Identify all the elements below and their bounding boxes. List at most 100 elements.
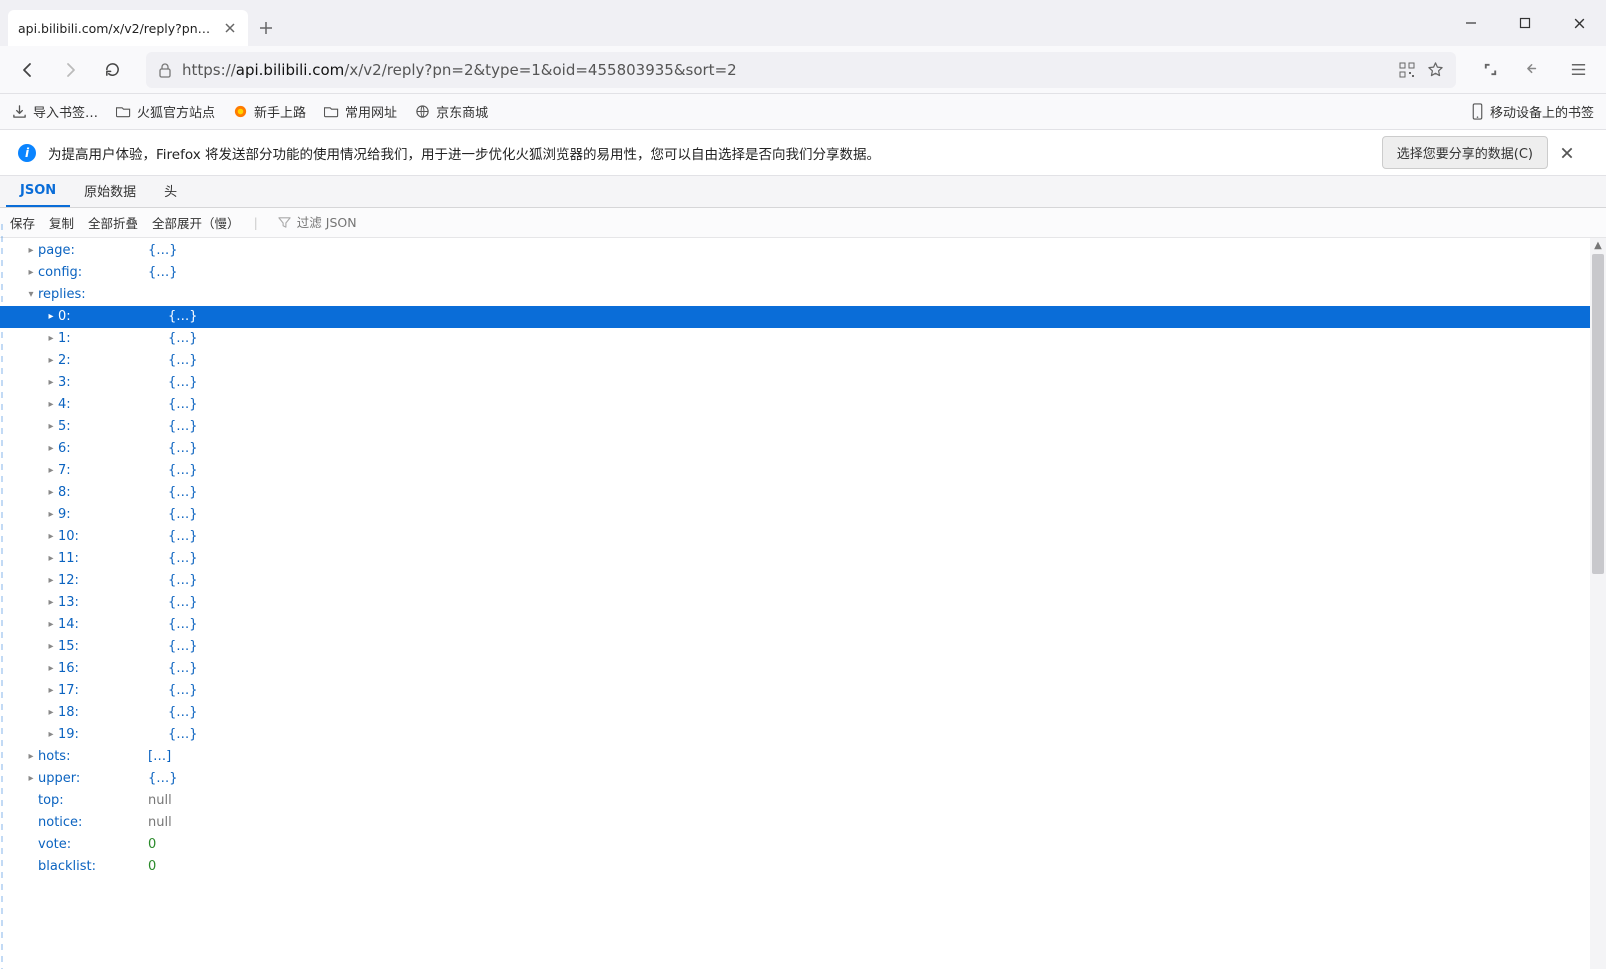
- tree-row-reply-0[interactable]: ▸0:{…}: [0, 306, 1606, 328]
- tree-row-reply-17[interactable]: ▸17:{…}: [0, 680, 1606, 702]
- window-maximize-button[interactable]: [1498, 0, 1552, 46]
- twisty-icon[interactable]: ▸: [44, 416, 58, 438]
- undo-icon[interactable]: [1518, 54, 1550, 86]
- tree-row-notice[interactable]: notice:null: [0, 812, 1606, 834]
- twisty-icon[interactable]: ▸: [44, 460, 58, 482]
- json-tree[interactable]: ▸page:{…}▸config:{…}▾replies:▸0:{…}▸1:{……: [0, 238, 1606, 969]
- twisty-icon[interactable]: ▾: [24, 284, 38, 306]
- folder-icon: [116, 104, 131, 119]
- tab-json[interactable]: JSON: [6, 176, 70, 207]
- twisty-icon[interactable]: ▸: [44, 438, 58, 460]
- filter-box[interactable]: [278, 215, 437, 230]
- tree-row-reply-18[interactable]: ▸18:{…}: [0, 702, 1606, 724]
- close-tab-icon[interactable]: [222, 20, 238, 36]
- twisty-icon[interactable]: ▸: [44, 592, 58, 614]
- tab-raw[interactable]: 原始数据: [70, 176, 150, 207]
- bookmark-jd[interactable]: 京东商城: [415, 102, 488, 121]
- json-key: 17:: [58, 680, 168, 702]
- twisty-icon[interactable]: ▸: [24, 262, 38, 284]
- copy-button[interactable]: 复制: [49, 213, 74, 232]
- tree-row-reply-4[interactable]: ▸4:{…}: [0, 394, 1606, 416]
- twisty-icon[interactable]: ▸: [44, 372, 58, 394]
- json-value: {…}: [168, 438, 198, 460]
- url-bar[interactable]: https://api.bilibili.com/x/v2/reply?pn=2…: [146, 52, 1456, 88]
- json-key: replies:: [38, 284, 148, 306]
- tree-row-upper[interactable]: ▸upper:{…}: [0, 768, 1606, 790]
- browser-tab[interactable]: api.bilibili.com/x/v2/reply?pn=2&: [8, 10, 248, 46]
- filter-input[interactable]: [297, 215, 437, 230]
- twisty-icon[interactable]: ▸: [24, 240, 38, 262]
- twisty-icon[interactable]: ▸: [44, 504, 58, 526]
- json-key: 9:: [58, 504, 168, 526]
- tree-row-reply-10[interactable]: ▸10:{…}: [0, 526, 1606, 548]
- choose-data-button[interactable]: 选择您要分享的数据(C): [1382, 136, 1548, 169]
- twisty-icon[interactable]: ▸: [44, 658, 58, 680]
- twisty-icon[interactable]: ▸: [44, 548, 58, 570]
- twisty-icon[interactable]: ▸: [44, 614, 58, 636]
- screenshot-icon[interactable]: [1474, 54, 1506, 86]
- collapse-all-button[interactable]: 全部折叠: [88, 213, 138, 232]
- notification-close-icon[interactable]: [1560, 146, 1588, 160]
- tree-row-reply-14[interactable]: ▸14:{…}: [0, 614, 1606, 636]
- twisty-icon[interactable]: ▸: [44, 570, 58, 592]
- twisty-icon[interactable]: ▸: [44, 724, 58, 746]
- twisty-icon[interactable]: ▸: [44, 526, 58, 548]
- twisty-icon[interactable]: ▸: [44, 636, 58, 658]
- twisty-icon[interactable]: ▸: [44, 482, 58, 504]
- scrollbar[interactable]: ▲: [1590, 238, 1606, 969]
- tree-row-vote[interactable]: vote:0: [0, 834, 1606, 856]
- json-value: {…}: [168, 350, 198, 372]
- lock-icon: [158, 62, 172, 78]
- tree-row-reply-12[interactable]: ▸12:{…}: [0, 570, 1606, 592]
- tree-row-reply-11[interactable]: ▸11:{…}: [0, 548, 1606, 570]
- twisty-icon[interactable]: ▸: [44, 306, 58, 328]
- tree-row-reply-1[interactable]: ▸1:{…}: [0, 328, 1606, 350]
- import-bookmarks-button[interactable]: 导入书签…: [12, 102, 98, 121]
- bookmark-mobile[interactable]: 移动设备上的书签: [1471, 102, 1594, 121]
- twisty-icon[interactable]: ▸: [24, 746, 38, 768]
- tree-row-reply-2[interactable]: ▸2:{…}: [0, 350, 1606, 372]
- new-tab-button[interactable]: [248, 10, 284, 46]
- qr-icon[interactable]: [1399, 62, 1415, 78]
- twisty-icon[interactable]: ▸: [24, 768, 38, 790]
- bm-label: 京东商城: [436, 102, 488, 121]
- forward-button[interactable]: [54, 54, 86, 86]
- tree-row-reply-9[interactable]: ▸9:{…}: [0, 504, 1606, 526]
- window-minimize-button[interactable]: [1444, 0, 1498, 46]
- twisty-icon[interactable]: ▸: [44, 350, 58, 372]
- reload-button[interactable]: [96, 54, 128, 86]
- tree-row-blacklist[interactable]: blacklist:0: [0, 856, 1606, 878]
- twisty-icon[interactable]: ▸: [44, 702, 58, 724]
- bookmark-common-sites[interactable]: 常用网址: [324, 102, 397, 121]
- tree-row-reply-15[interactable]: ▸15:{…}: [0, 636, 1606, 658]
- tree-row-reply-3[interactable]: ▸3:{…}: [0, 372, 1606, 394]
- twisty-icon[interactable]: ▸: [44, 328, 58, 350]
- tree-row-page[interactable]: ▸page:{…}: [0, 240, 1606, 262]
- tree-row-top[interactable]: top:null: [0, 790, 1606, 812]
- json-value: {…}: [148, 768, 178, 790]
- scroll-up-icon[interactable]: ▲: [1590, 238, 1606, 254]
- tree-row-reply-8[interactable]: ▸8:{…}: [0, 482, 1606, 504]
- bookmark-firefox-official[interactable]: 火狐官方站点: [116, 102, 215, 121]
- expand-all-button[interactable]: 全部展开（慢）: [152, 213, 240, 232]
- tree-row-reply-6[interactable]: ▸6:{…}: [0, 438, 1606, 460]
- tree-row-reply-19[interactable]: ▸19:{…}: [0, 724, 1606, 746]
- tree-row-reply-7[interactable]: ▸7:{…}: [0, 460, 1606, 482]
- save-button[interactable]: 保存: [10, 213, 35, 232]
- twisty-icon[interactable]: ▸: [44, 680, 58, 702]
- tree-row-config[interactable]: ▸config:{…}: [0, 262, 1606, 284]
- tree-row-replies[interactable]: ▾replies:: [0, 284, 1606, 306]
- json-key: 10:: [58, 526, 168, 548]
- scrollbar-thumb[interactable]: [1592, 254, 1604, 574]
- back-button[interactable]: [12, 54, 44, 86]
- bookmark-getting-started[interactable]: 新手上路: [233, 102, 306, 121]
- tab-headers[interactable]: 头: [150, 176, 191, 207]
- tree-row-reply-13[interactable]: ▸13:{…}: [0, 592, 1606, 614]
- twisty-icon[interactable]: ▸: [44, 394, 58, 416]
- menu-icon[interactable]: [1562, 54, 1594, 86]
- tree-row-reply-5[interactable]: ▸5:{…}: [0, 416, 1606, 438]
- tree-row-reply-16[interactable]: ▸16:{…}: [0, 658, 1606, 680]
- tree-row-hots[interactable]: ▸hots:[…]: [0, 746, 1606, 768]
- window-close-button[interactable]: [1552, 0, 1606, 46]
- bookmark-star-icon[interactable]: [1427, 61, 1444, 78]
